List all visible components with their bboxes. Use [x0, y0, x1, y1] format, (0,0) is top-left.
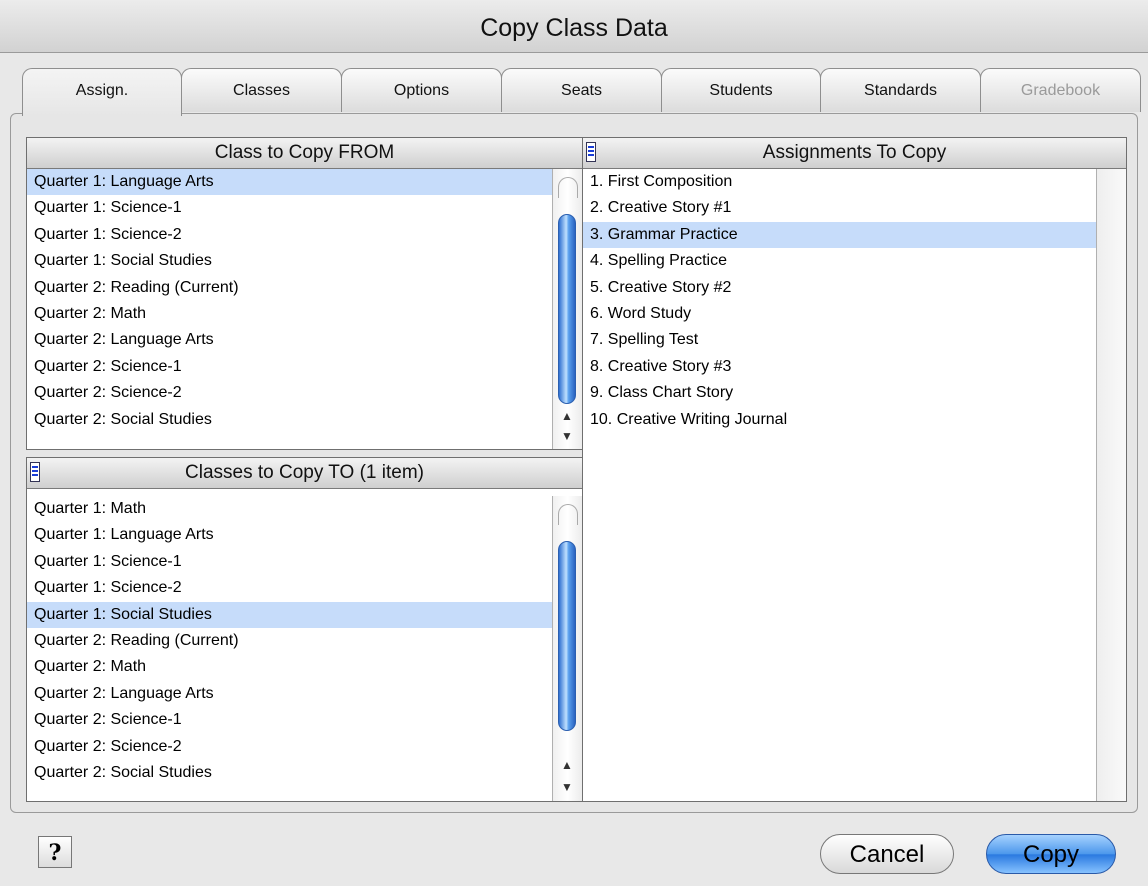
tab-standards[interactable]: Standards [820, 68, 981, 112]
tab-bar: Assign. Classes Options Seats Students S… [22, 68, 1142, 116]
list-item[interactable]: Quarter 1: Science-1 [27, 195, 552, 221]
class-to-header-label: Classes to Copy TO (1 item) [185, 462, 424, 483]
list-item[interactable]: 8. Creative Story #3 [583, 354, 1096, 380]
assignments-list[interactable]: Assignments To Copy 1. First Composition… [582, 137, 1127, 802]
class-from-list[interactable]: Class to Copy FROM Quarter 1: Language A… [26, 137, 583, 450]
scroll-track-cap [558, 177, 578, 198]
list-item[interactable]: Quarter 2: Science-2 [27, 380, 552, 406]
down-arrow-icon[interactable]: ▼ [553, 425, 581, 447]
list-item[interactable]: Quarter 2: Science-1 [27, 354, 552, 380]
list-item[interactable]: Quarter 1: Math [27, 496, 552, 522]
list-item[interactable]: 2. Creative Story #1 [583, 195, 1096, 221]
scroll-thumb[interactable] [558, 541, 576, 731]
list-item[interactable]: Quarter 2: Science-2 [27, 734, 552, 760]
list-item[interactable]: Quarter 2: Language Arts [27, 681, 552, 707]
list-item[interactable]: Quarter 2: Math [27, 654, 552, 680]
class-from-rows: Quarter 1: Language Arts Quarter 1: Scie… [27, 169, 552, 449]
class-to-list[interactable]: Classes to Copy TO (1 item) Quarter 1: M… [26, 457, 583, 802]
cancel-button[interactable]: Cancel [820, 834, 954, 874]
tab-gradebook: Gradebook [980, 68, 1141, 112]
list-item[interactable]: 10. Creative Writing Journal [583, 407, 1096, 433]
assignments-header[interactable]: Assignments To Copy [583, 138, 1126, 169]
list-item[interactable]: 6. Word Study [583, 301, 1096, 327]
list-item[interactable]: Quarter 2: Social Studies [27, 407, 552, 433]
list-item[interactable]: 4. Spelling Practice [583, 248, 1096, 274]
window-title: Copy Class Data [0, 0, 1148, 53]
list-item[interactable]: Quarter 1: Science-2 [27, 222, 552, 248]
down-arrow-icon[interactable]: ▼ [553, 776, 581, 798]
list-item[interactable]: Quarter 2: Language Arts [27, 327, 552, 353]
up-arrow-icon[interactable]: ▲ [553, 754, 581, 776]
list-item[interactable]: 9. Class Chart Story [583, 380, 1096, 406]
assignments-scroll-track [1096, 169, 1126, 801]
copy-button[interactable]: Copy [986, 834, 1116, 874]
list-item[interactable]: Quarter 2: Science-1 [27, 707, 552, 733]
tab-assign[interactable]: Assign. [22, 68, 182, 116]
help-button[interactable]: ? [38, 836, 72, 868]
class-to-header[interactable]: Classes to Copy TO (1 item) [27, 458, 582, 489]
scroll-thumb[interactable] [558, 214, 576, 404]
class-to-scrollbar[interactable]: ▲ ▼ [552, 496, 582, 801]
list-item[interactable]: 7. Spelling Test [583, 327, 1096, 353]
list-item[interactable]: 1. First Composition [583, 169, 1096, 195]
list-item[interactable]: Quarter 1: Social Studies [27, 601, 552, 628]
class-to-rows: Quarter 1: Math Quarter 1: Language Arts… [27, 496, 552, 801]
tab-seats[interactable]: Seats [501, 68, 662, 112]
list-item[interactable]: 3. Grammar Practice [583, 221, 1096, 249]
sort-menu-icon[interactable] [586, 142, 596, 162]
list-item[interactable]: Quarter 2: Math [27, 301, 552, 327]
list-item[interactable]: 5. Creative Story #2 [583, 275, 1096, 301]
tab-students[interactable]: Students [661, 68, 821, 112]
list-item[interactable]: Quarter 2: Reading (Current) [27, 628, 552, 654]
up-arrow-icon[interactable]: ▲ [553, 405, 581, 427]
list-item[interactable]: Quarter 1: Science-1 [27, 549, 552, 575]
class-from-header: Class to Copy FROM [27, 138, 582, 169]
tab-panel: Class to Copy FROM Quarter 1: Language A… [10, 113, 1138, 813]
sort-menu-icon[interactable] [30, 462, 40, 482]
class-from-scrollbar[interactable]: ▲ ▼ [552, 169, 582, 449]
scroll-track-cap [558, 504, 578, 525]
list-item[interactable]: Quarter 1: Language Arts [27, 169, 552, 196]
tab-options[interactable]: Options [341, 68, 502, 112]
list-item[interactable]: Quarter 2: Reading (Current) [27, 275, 552, 301]
list-item[interactable]: Quarter 1: Science-2 [27, 575, 552, 601]
list-item[interactable]: Quarter 1: Language Arts [27, 522, 552, 548]
tab-classes[interactable]: Classes [181, 68, 342, 112]
list-item[interactable]: Quarter 2: Social Studies [27, 760, 552, 786]
assignments-header-label: Assignments To Copy [762, 142, 947, 163]
assignments-rows: 1. First Composition 2. Creative Story #… [583, 169, 1096, 801]
list-item[interactable]: Quarter 1: Social Studies [27, 248, 552, 274]
